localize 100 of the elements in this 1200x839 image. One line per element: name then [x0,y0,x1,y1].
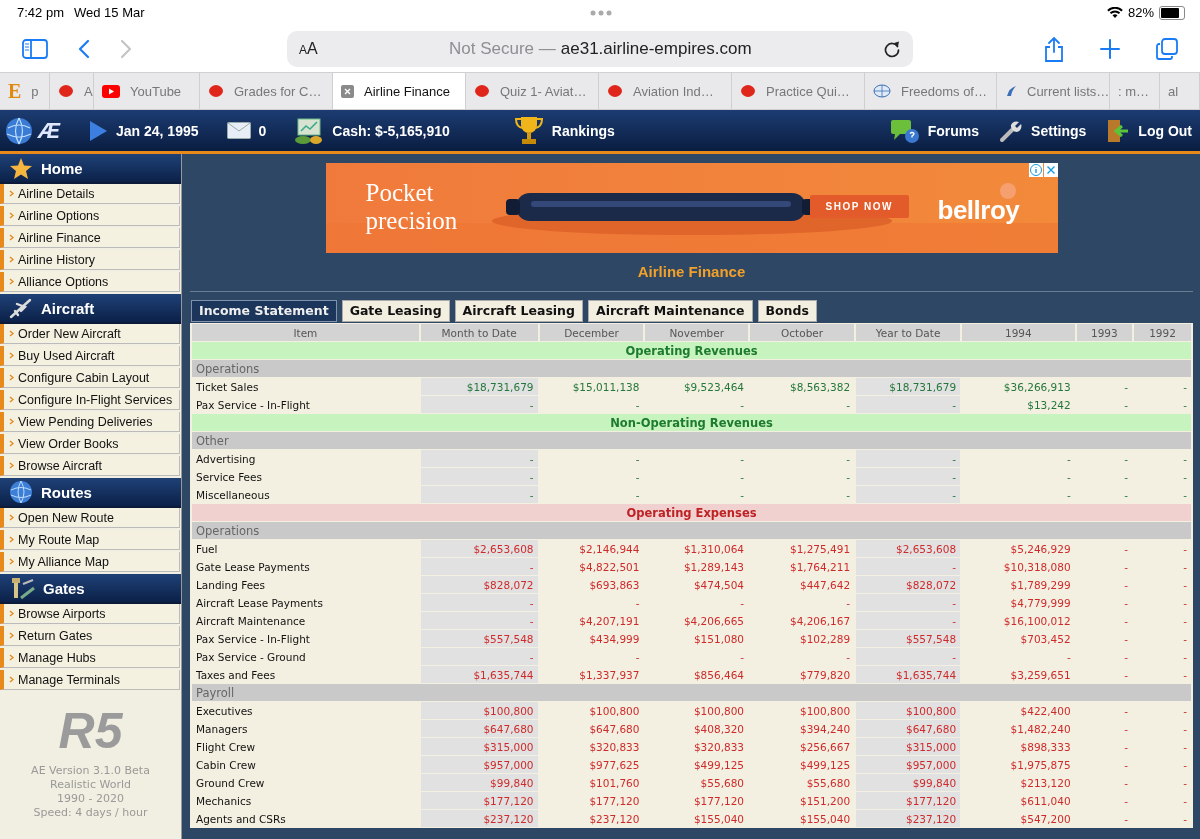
reload-icon[interactable] [883,39,901,58]
tab[interactable]: Income Statement [191,300,337,322]
address-bar[interactable]: AA Not Secure — ae31.airline-empires.com [287,30,913,67]
sidebar-item[interactable]: Manage Hubs [0,648,180,668]
table-cell-text: - [1123,811,1129,827]
chevron-icon [9,212,14,219]
share-icon[interactable] [1044,35,1064,62]
tab[interactable]: Aircraft Maintenance [587,300,753,322]
column-header: November [645,324,748,341]
table-cell-text: - [1182,667,1188,683]
rankings-link[interactable]: Rankings [551,122,615,139]
browser-tab[interactable]: Practice Qui… [732,73,865,109]
group-heading: Other [192,432,1191,449]
table-cell-text: - [634,649,641,665]
table-cell-text: $55,680 [699,775,745,791]
sidebar-item[interactable]: My Route Map [0,530,180,550]
table-cell-text: - [1182,721,1188,737]
table-cell-text: - [1123,469,1129,485]
tab[interactable]: Bonds [757,300,817,322]
nav-link[interactable]: Log Out [1138,122,1192,139]
version-text: Speed: 4 days / hour [33,806,148,820]
table-cell-text: - [1123,397,1129,413]
sidebar-item[interactable]: Manage Terminals [0,670,180,690]
close-icon[interactable] [341,84,354,98]
sidebar-item[interactable]: Order New Aircraft [0,324,180,344]
sidebar-item[interactable]: Configure Cabin Layout [0,368,180,388]
table-cell-text: Miscellaneous [195,487,271,503]
sidebar-icon[interactable] [22,38,48,59]
table-cell-text: - [634,487,641,503]
table-cell-text: $856,464 [692,667,745,683]
sidebar-item[interactable]: Airline Finance [0,228,180,248]
sidebar-item[interactable]: Open New Route [0,508,180,528]
door-icon[interactable] [1106,117,1131,144]
table-cell-text: - [739,595,745,611]
more-dots-icon[interactable] [590,9,612,16]
tabs-icon[interactable] [1156,37,1178,60]
sidebar-item[interactable]: View Order Books [0,434,180,454]
sidebar-item[interactable]: Buy Used Aircraft [0,346,180,366]
sidebar-item[interactable]: Alliance Options [0,272,180,292]
browser-tab[interactable]: Aviation Ind… [599,73,732,109]
table-cell: $315,000 [856,738,961,755]
text-size-button[interactable]: AA [299,39,318,58]
sidebar-section-header[interactable]: Gates [0,574,181,604]
sidebar-section-header[interactable]: Routes [0,478,181,508]
globe-icon [9,480,33,504]
chevron-icon [9,558,14,565]
browser-tab[interactable]: YouTube [94,73,200,109]
sidebar-item[interactable]: Airline Options [0,206,180,226]
envelope-icon[interactable] [226,122,251,139]
table-cell-text: - [1123,541,1129,557]
table-cell-text: - [1182,595,1188,611]
nav-link[interactable]: Settings [1031,122,1087,139]
shop-now-button[interactable]: SHOP NOW [809,195,909,218]
browser-tab[interactable]: Quiz 1- Aviat… [466,73,599,109]
browser-tab[interactable]: Freedoms of… [865,73,997,109]
battery-text: 82% [1127,5,1154,20]
nav-link[interactable]: Forums [927,122,980,139]
table-cell-text: $611,040 [1019,793,1072,809]
table-cell-text: - [845,595,852,611]
wrench-icon[interactable] [999,118,1024,143]
sidebar-item[interactable]: Airline History [0,250,180,270]
version-text: AE Version 3.1.0 Beta [31,764,150,778]
chat-icon[interactable] [889,117,920,144]
table-cell-text: $394,240 [799,721,852,737]
table-cell: - [856,450,961,467]
browser-tab[interactable]: Current lists… [997,73,1110,109]
browser-tab[interactable]: A [50,73,94,109]
new-tab-icon[interactable] [1100,38,1120,59]
table-cell-text: Ground Crew [195,775,266,791]
table-cell-text: Executives [195,703,254,719]
table-cell-text: $898,333 [1019,739,1072,755]
sidebar-item[interactable]: My Alliance Map [0,552,180,572]
globe-icon [4,115,34,146]
column-header: Year to Date [856,324,961,341]
sidebar-item[interactable]: Return Gates [0,626,180,646]
trophy-icon[interactable] [513,114,544,147]
table-cell-text: $15,011,138 [571,379,641,395]
browser-tab[interactable]: E p [0,73,50,109]
browser-tab[interactable]: : m… [1110,73,1160,109]
table-cell-text: $9,523,464 [682,379,745,395]
sidebar-item[interactable]: View Pending Deliveries [0,412,180,432]
sidebar-section-header[interactable]: Home [0,154,181,184]
version-text: Realistic World [50,778,131,792]
table-cell-text: $320,833 [692,739,745,755]
table-cell-text: - [1123,703,1129,719]
tab[interactable]: Gate Leasing [341,300,450,322]
back-icon[interactable] [78,38,90,59]
sidebar-item[interactable]: Browse Aircraft [0,456,180,476]
logo-text[interactable]: Æ [38,117,60,144]
table-cell-text: $320,833 [588,739,641,755]
sidebar-item[interactable]: Browse Airports [0,604,180,624]
play-icon[interactable] [88,119,108,142]
browser-tab[interactable]: al [1160,73,1200,109]
sidebar-section-header[interactable]: Aircraft [0,294,181,324]
table-cell-text: - [1182,541,1188,557]
sidebar-item[interactable]: Airline Details [0,184,180,204]
browser-tab[interactable]: Airline Finance [333,73,466,109]
table-cell-text: - [1123,649,1129,665]
sidebar-item[interactable]: Configure In-Flight Services [0,390,180,410]
tab[interactable]: Aircraft Leasing [454,300,583,322]
